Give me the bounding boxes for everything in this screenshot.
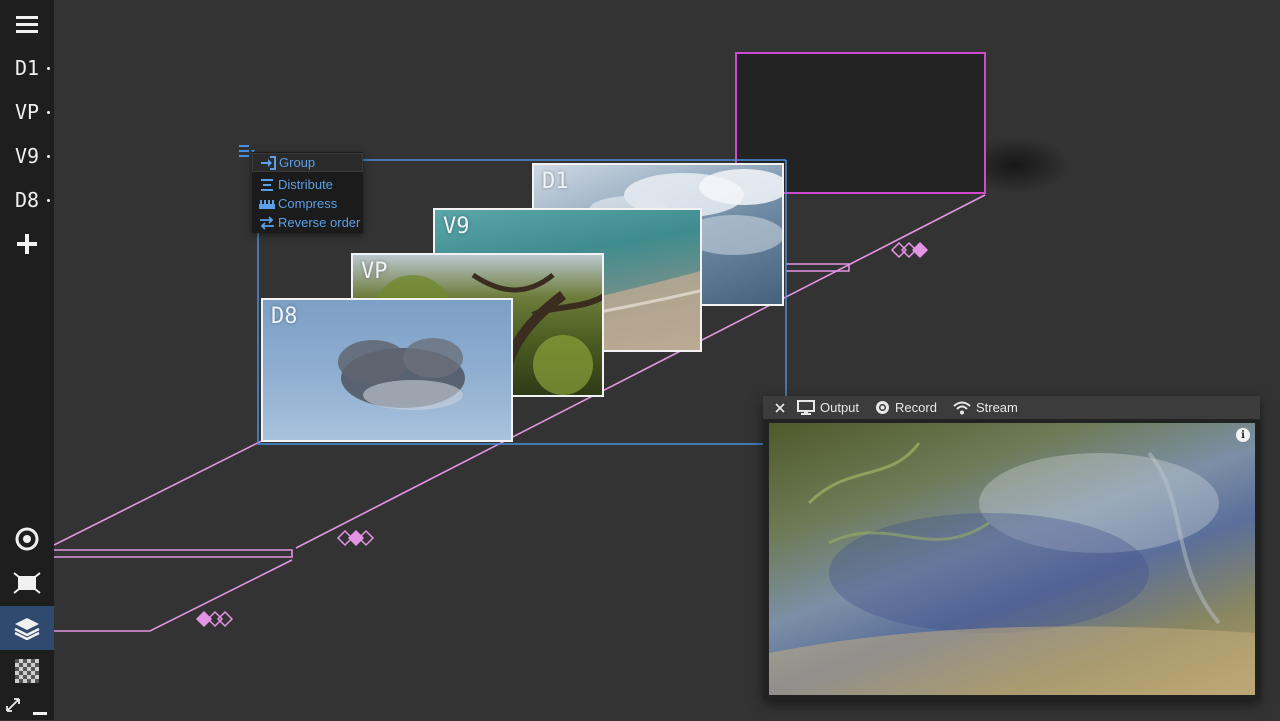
layer-card-d8[interactable]: D8 — [261, 298, 513, 442]
output-panel: Output Record Stream i — [763, 396, 1260, 700]
tab-record[interactable]: Record — [875, 400, 937, 415]
layer-label: D1 — [542, 169, 569, 194]
layer-label: D8 — [271, 304, 298, 329]
layer-label: VP — [361, 259, 388, 284]
layers-icon[interactable] — [0, 606, 54, 650]
layer-label: V9 — [443, 214, 470, 239]
hamburger-menu-icon[interactable] — [0, 4, 54, 44]
info-icon[interactable]: i — [1236, 428, 1250, 442]
menu-item-distribute[interactable]: Distribute — [252, 175, 363, 194]
distribute-icon — [256, 178, 278, 192]
tab-output[interactable]: Output — [797, 400, 859, 415]
tab-stream[interactable]: Stream — [953, 400, 1018, 415]
reverse-order-icon — [256, 215, 278, 230]
output-preview: i — [769, 423, 1255, 695]
output-panel-toolbar: Output Record Stream — [763, 396, 1260, 419]
add-layer-icon[interactable] — [0, 224, 54, 264]
compress-icon — [256, 198, 278, 210]
menu-item-group[interactable]: Group — [252, 153, 363, 172]
target-icon[interactable] — [0, 519, 54, 559]
record-icon — [876, 401, 890, 414]
diamond-connector-bottom[interactable] — [195, 610, 234, 628]
minimize-icon[interactable] — [33, 703, 47, 715]
sidebar-item-vp[interactable]: VP — [0, 92, 54, 132]
close-icon[interactable] — [763, 402, 797, 413]
sidebar: D1 VP V9 D8 — [0, 0, 54, 720]
menu-item-compress[interactable]: Compress — [252, 194, 363, 213]
menu-item-reverse-order[interactable]: Reverse order — [252, 213, 363, 232]
group-enter-icon — [257, 155, 279, 170]
diamond-connector-top[interactable] — [890, 241, 929, 259]
fullscreen-icon[interactable] — [6, 698, 20, 712]
layer-context-menu: Group Distribute Compress Reverse order — [252, 152, 363, 233]
sidebar-item-v9[interactable]: V9 — [0, 136, 54, 176]
sidebar-item-d8[interactable]: D8 — [0, 180, 54, 220]
output-preview-image — [769, 442, 1255, 695]
screen-capture-icon[interactable] — [0, 563, 54, 603]
diamond-connector-middle[interactable] — [336, 529, 375, 547]
sidebar-item-d1[interactable]: D1 — [0, 48, 54, 88]
monitor-icon — [797, 400, 815, 415]
transparency-checker-icon[interactable] — [0, 651, 54, 691]
cloud-image — [338, 338, 465, 410]
wifi-icon — [953, 401, 971, 414]
